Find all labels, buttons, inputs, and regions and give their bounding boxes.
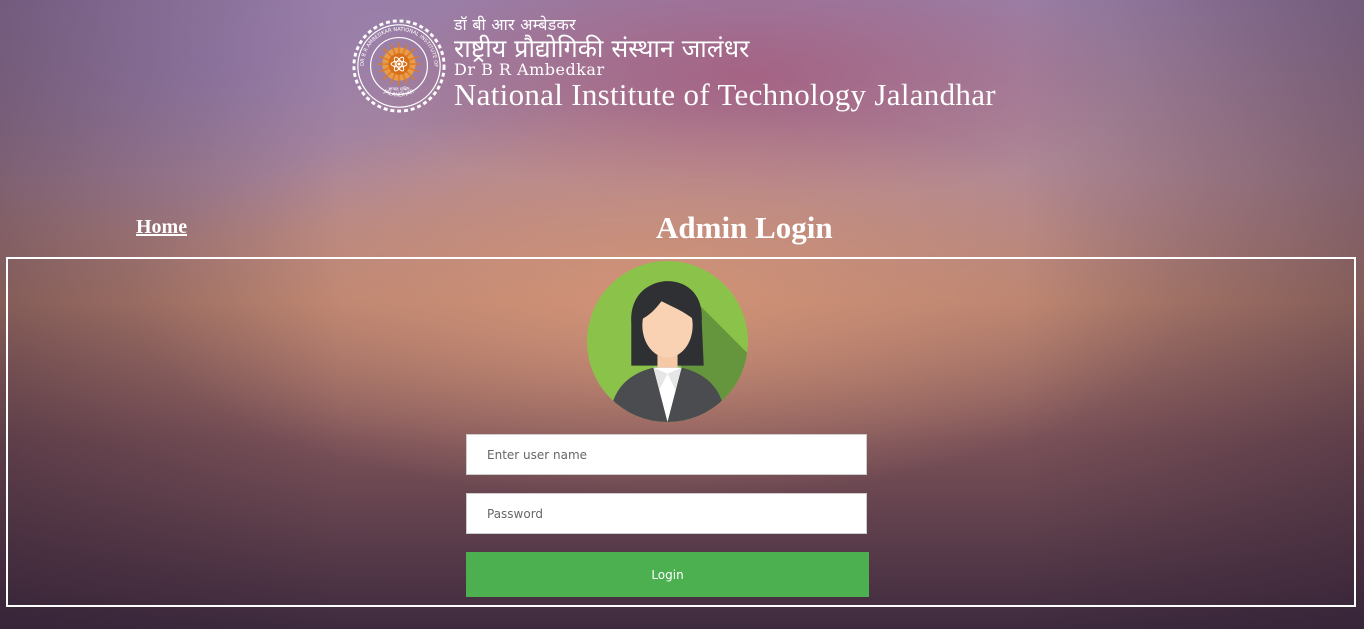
seal-motto: ज्ञानात् मुक्तिः bbox=[388, 87, 409, 93]
login-button[interactable]: Login bbox=[466, 552, 869, 597]
institute-english-subtitle: Dr B R Ambedkar bbox=[454, 60, 605, 79]
institute-seal-icon: DR B R AMBEDKAR NATIONAL INSTITUTE OF TE… bbox=[350, 17, 446, 113]
institute-name-block: डॉ बी आर अम्बेडकर राष्ट्रीय प्रौद्योगिकी… bbox=[454, 15, 996, 112]
institute-english-name: National Institute of Technology Jalandh… bbox=[454, 77, 996, 112]
user-avatar-icon bbox=[587, 261, 748, 422]
home-link[interactable]: Home bbox=[136, 216, 187, 239]
page-title: Admin Login bbox=[656, 210, 833, 245]
institute-header: DR B R AMBEDKAR NATIONAL INSTITUTE OF TE… bbox=[350, 17, 996, 117]
institute-hindi-name: राष्ट्रीय प्रौद्योगिकी संस्थान जालंधर bbox=[454, 34, 750, 63]
institute-hindi-subtitle: डॉ बी आर अम्बेडकर bbox=[454, 15, 576, 34]
username-input[interactable] bbox=[466, 434, 867, 475]
password-input[interactable] bbox=[466, 493, 867, 534]
